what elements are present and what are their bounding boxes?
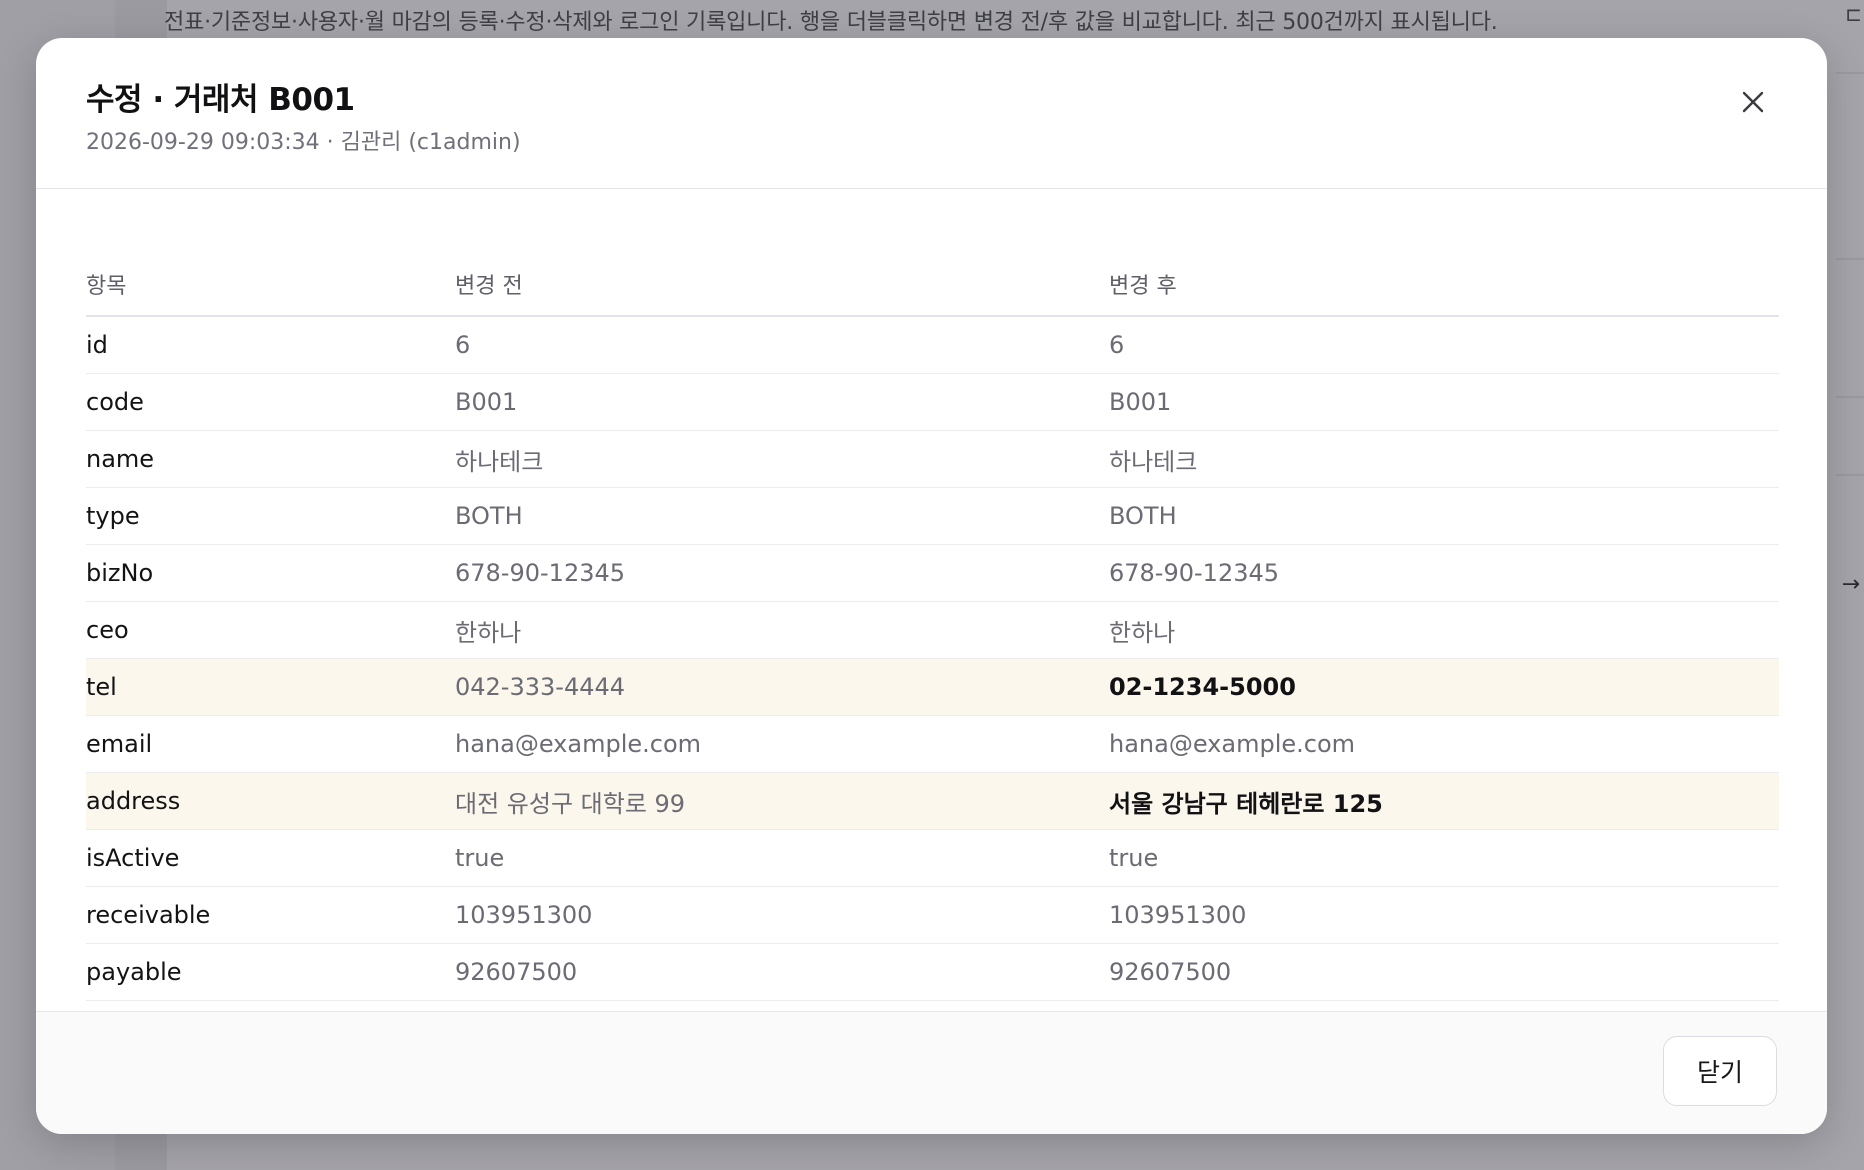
cell-field: id <box>86 316 455 374</box>
diff-table: 항목 변경 전 변경 후 id 6 6 code B001 B001 name 하나테크 하나테… <box>86 268 1779 1001</box>
cell-after: 하나테크 <box>1109 430 1779 488</box>
cell-field: bizNo <box>86 544 455 602</box>
cell-after: 02-1234-5000 <box>1109 658 1779 716</box>
cell-after: BOTH <box>1109 487 1779 545</box>
table-row: tel 042-333-4444 02-1234-5000 <box>86 658 1779 716</box>
cell-after: true <box>1109 829 1779 887</box>
diff-table-body: id 6 6 code B001 B001 name 하나테크 하나테크 type BOTH BOTH… <box>86 316 1779 1001</box>
cell-after: hana@example.com <box>1109 715 1779 773</box>
cell-after: B001 <box>1109 373 1779 431</box>
cell-before: true <box>455 829 1109 887</box>
background-description: 전표·기준정보·사용자·월 마감의 등록·수정·삭제와 로그인 기록입니다. 행… <box>164 10 1498 35</box>
table-row: id 6 6 <box>86 316 1779 374</box>
modal-header: 수정 · 거래처 B001 2026-09-29 09:03:34 · 김관리 … <box>36 38 1827 189</box>
cell-field: payable <box>86 943 455 1001</box>
background-divider <box>1836 474 1864 476</box>
cell-before: hana@example.com <box>455 715 1109 773</box>
audit-diff-modal: 수정 · 거래처 B001 2026-09-29 09:03:34 · 김관리 … <box>36 38 1827 1134</box>
arrow-right-icon: → <box>1841 572 1860 597</box>
background-divider <box>1836 258 1864 260</box>
table-row: payable 92607500 92607500 <box>86 943 1779 1001</box>
cell-field: type <box>86 487 455 545</box>
cell-field: ceo <box>86 601 455 659</box>
table-row: receivable 103951300 103951300 <box>86 886 1779 944</box>
cell-before: 103951300 <box>455 886 1109 944</box>
cell-field: address <box>86 772 455 830</box>
cell-before: 하나테크 <box>455 430 1109 488</box>
cell-field: isActive <box>86 829 455 887</box>
background-divider <box>1836 396 1864 398</box>
cell-after: 103951300 <box>1109 886 1779 944</box>
cell-before: 한하나 <box>455 601 1109 659</box>
cell-before: 92607500 <box>455 943 1109 1001</box>
cell-before: 대전 유성구 대학로 99 <box>455 772 1109 830</box>
column-header-after: 변경 후 <box>1109 268 1779 317</box>
table-row: email hana@example.com hana@example.com <box>86 715 1779 773</box>
cell-field: tel <box>86 658 455 716</box>
cell-before: 678-90-12345 <box>455 544 1109 602</box>
cell-before: BOTH <box>455 487 1109 545</box>
table-row: address 대전 유성구 대학로 99 서울 강남구 테헤란로 125 <box>86 772 1779 830</box>
cell-before: 6 <box>455 316 1109 374</box>
cell-before: B001 <box>455 373 1109 431</box>
background-edge-glyph: ⊏ <box>1845 2 1862 26</box>
column-header-field: 항목 <box>86 268 455 317</box>
cell-field: receivable <box>86 886 455 944</box>
cell-field: code <box>86 373 455 431</box>
modal-title: 수정 · 거래처 B001 <box>86 82 355 118</box>
cell-field: name <box>86 430 455 488</box>
cell-after: 678-90-12345 <box>1109 544 1779 602</box>
modal-body: 항목 변경 전 변경 후 id 6 6 code B001 B001 name 하나테크 하나테… <box>86 188 1779 1048</box>
table-header-row: 항목 변경 전 변경 후 <box>86 268 1779 317</box>
close-footer-button[interactable]: 닫기 <box>1663 1036 1777 1106</box>
column-header-before: 변경 전 <box>455 268 1109 317</box>
cell-after: 6 <box>1109 316 1779 374</box>
close-icon <box>1742 91 1764 113</box>
cell-after: 한하나 <box>1109 601 1779 659</box>
table-row: isActive true true <box>86 829 1779 887</box>
cell-field: email <box>86 715 455 773</box>
background-divider <box>1836 72 1864 74</box>
cell-before: 042-333-4444 <box>455 658 1109 716</box>
table-row: name 하나테크 하나테크 <box>86 430 1779 488</box>
table-row: type BOTH BOTH <box>86 487 1779 545</box>
close-button[interactable] <box>1735 84 1771 120</box>
cell-after: 92607500 <box>1109 943 1779 1001</box>
table-row: code B001 B001 <box>86 373 1779 431</box>
modal-footer: 닫기 <box>36 1011 1827 1134</box>
cell-after: 서울 강남구 테헤란로 125 <box>1109 772 1779 830</box>
modal-subtitle: 2026-09-29 09:03:34 · 김관리 (c1admin) <box>86 130 521 155</box>
table-row: bizNo 678-90-12345 678-90-12345 <box>86 544 1779 602</box>
table-row: ceo 한하나 한하나 <box>86 601 1779 659</box>
